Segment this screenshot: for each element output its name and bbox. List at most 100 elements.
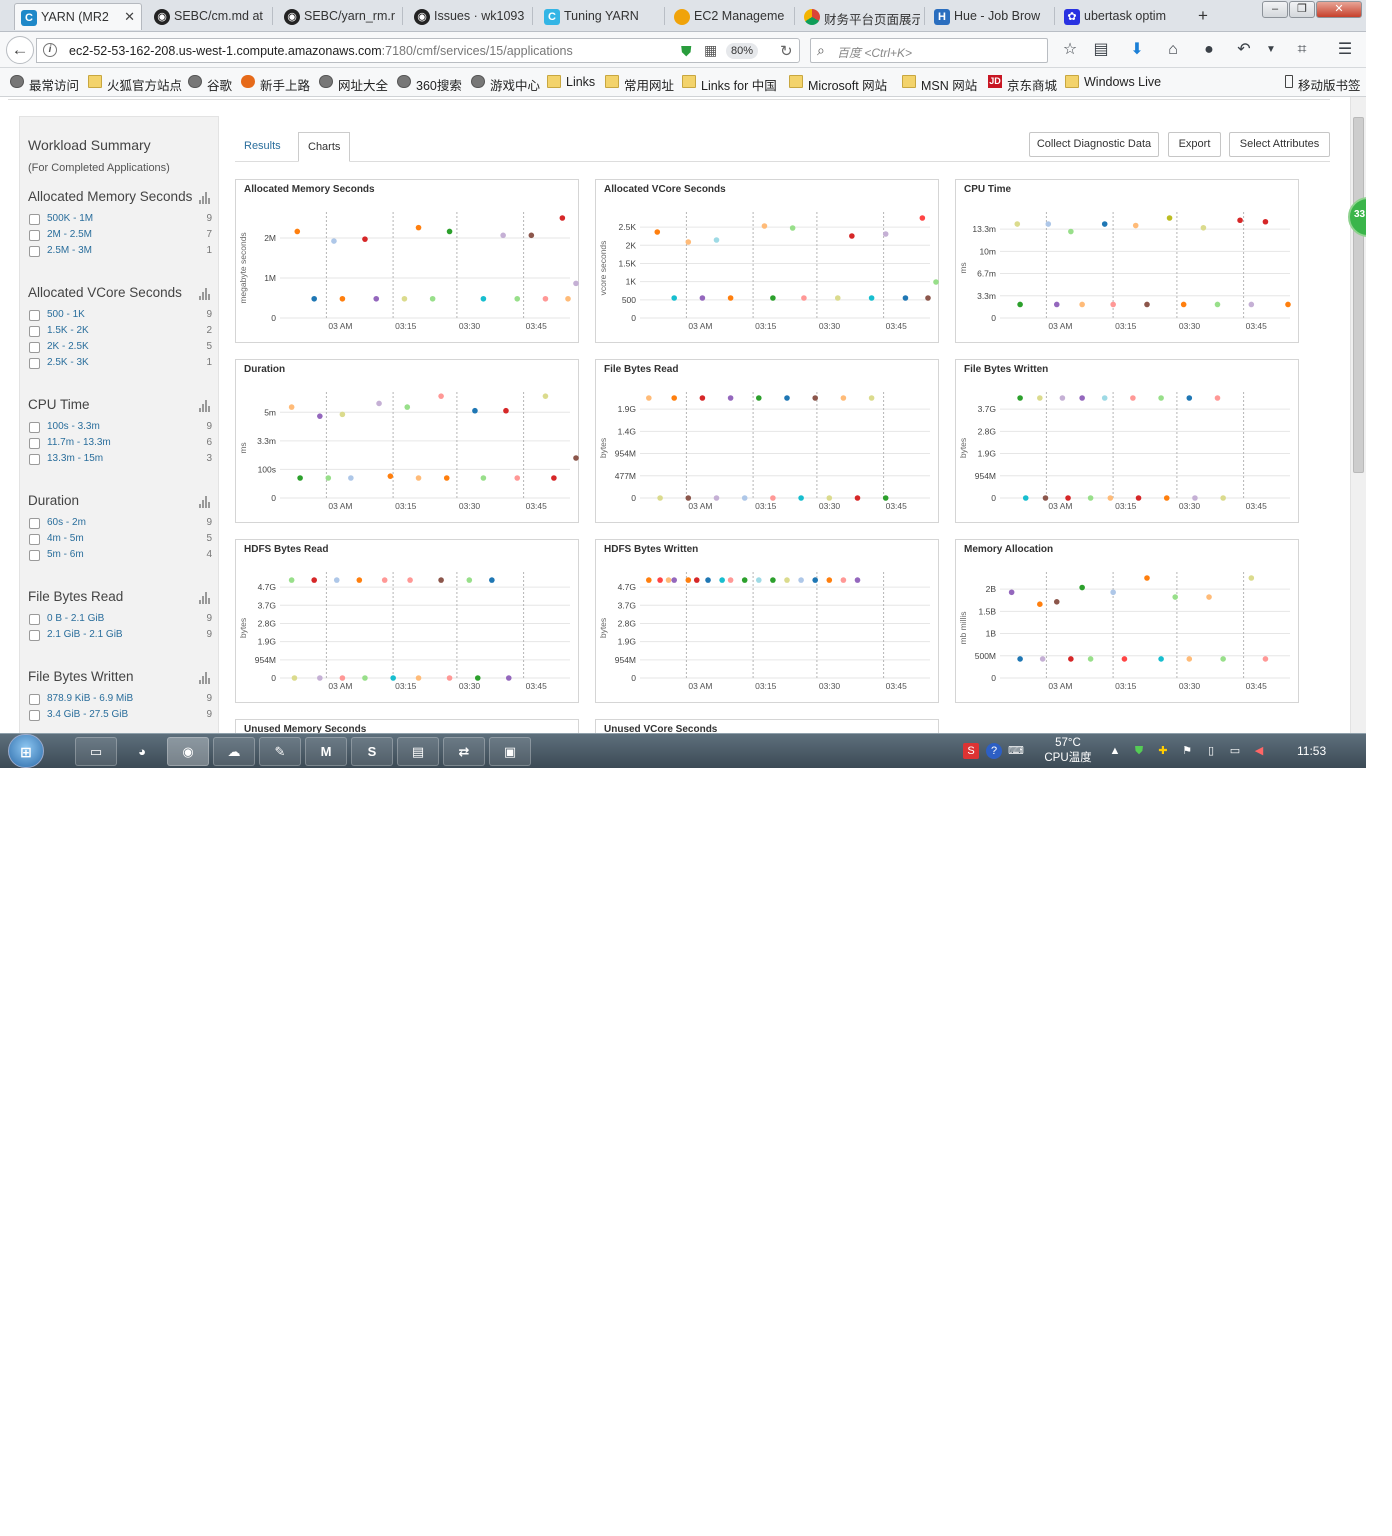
data-point[interactable]: [339, 295, 346, 302]
data-point[interactable]: [311, 577, 317, 583]
data-point[interactable]: [1059, 395, 1066, 401]
add-icon[interactable]: ✚: [1155, 743, 1171, 759]
data-point[interactable]: [713, 495, 720, 501]
data-point[interactable]: [727, 577, 734, 583]
data-point[interactable]: [294, 228, 301, 235]
info-icon[interactable]: i: [43, 43, 57, 57]
filter-option-label[interactable]: 100s - 3.3m: [47, 421, 100, 432]
data-point[interactable]: [339, 411, 346, 418]
data-point[interactable]: [1186, 395, 1193, 401]
flag-icon[interactable]: ⚑: [1179, 743, 1195, 759]
filter-option-label[interactable]: 500K - 1M: [47, 213, 93, 224]
data-point[interactable]: [288, 404, 295, 410]
data-point[interactable]: [693, 577, 700, 583]
firefox-taskbar-icon[interactable]: ◉: [167, 737, 209, 766]
data-point[interactable]: [1110, 301, 1116, 308]
image-viewer-icon[interactable]: ▣: [489, 737, 531, 766]
data-point[interactable]: [1079, 395, 1085, 401]
filter-option-label[interactable]: 0 B - 2.1 GiB: [47, 613, 104, 624]
data-point[interactable]: [1192, 495, 1198, 501]
data-point[interactable]: [685, 577, 692, 583]
data-point[interactable]: [1206, 594, 1212, 600]
data-point[interactable]: [1248, 575, 1255, 581]
data-point[interactable]: [1135, 495, 1142, 501]
filter-option-label[interactable]: 13.3m - 15m: [47, 453, 103, 464]
filter-checkbox[interactable]: [29, 518, 40, 529]
data-point[interactable]: [1087, 656, 1094, 662]
data-point[interactable]: [699, 395, 706, 401]
data-point[interactable]: [1068, 656, 1074, 662]
filter-checkbox[interactable]: [29, 230, 40, 241]
chart-panel[interactable]: File Bytes Read 0 477M 954M 1.4G 1.9G bytes 03 …: [595, 359, 939, 523]
data-point[interactable]: [685, 239, 692, 245]
data-point[interactable]: [770, 295, 776, 301]
filter-option-label[interactable]: 11.7m - 13.3m: [47, 437, 111, 448]
chart-panel[interactable]: Allocated Memory Seconds 0 1M 2M megabyte se…: [235, 179, 579, 343]
data-point[interactable]: [362, 675, 368, 681]
data-point[interactable]: [1008, 589, 1015, 596]
mobile-bookmarks[interactable]: 移动版书签: [1285, 75, 1361, 94]
wechat-icon[interactable]: ☁: [213, 737, 255, 766]
keyboard-icon[interactable]: ⌨: [1008, 743, 1024, 759]
download-icon[interactable]: ⬇: [1127, 40, 1147, 60]
data-point[interactable]: [665, 577, 672, 583]
data-point[interactable]: [311, 295, 317, 302]
browser-tab[interactable]: EC2 Manageme: [668, 3, 790, 30]
data-point[interactable]: [840, 395, 847, 401]
data-point[interactable]: [1101, 395, 1108, 401]
data-point[interactable]: [1158, 395, 1164, 401]
data-point[interactable]: [784, 577, 790, 583]
chart-panel[interactable]: Memory Allocation 0 500M 1B 1.5B 2B mb millis 0…: [955, 539, 1299, 703]
filter-option[interactable]: 2.1 GiB - 2.1 GiB 9: [28, 629, 212, 643]
data-point[interactable]: [705, 577, 711, 583]
select-attributes-button[interactable]: Select Attributes: [1229, 132, 1330, 157]
chart-panel[interactable]: File Bytes Written 0 954M 1.9G 2.8G 3.7G bytes…: [955, 359, 1299, 523]
data-point[interactable]: [784, 395, 790, 401]
data-point[interactable]: [727, 395, 734, 401]
filter-option-label[interactable]: 2.5K - 3K: [47, 357, 89, 368]
data-point[interactable]: [868, 295, 875, 301]
data-point[interactable]: [657, 577, 663, 583]
reload-icon[interactable]: ↻: [780, 42, 793, 60]
data-point[interactable]: [756, 577, 762, 583]
data-point[interactable]: [671, 577, 677, 583]
data-point[interactable]: [505, 675, 512, 681]
reading-list-icon[interactable]: ▤: [1091, 40, 1111, 60]
filter-checkbox[interactable]: [29, 246, 40, 257]
filter-option[interactable]: 11.7m - 13.3m 6: [28, 437, 212, 451]
filter-option[interactable]: 2.5K - 3K 1: [28, 357, 212, 371]
explorer-icon[interactable]: ▭: [75, 737, 117, 766]
filter-option-label[interactable]: 3.4 GiB - 27.5 GiB: [47, 709, 128, 720]
filter-checkbox[interactable]: [29, 214, 40, 225]
bar-chart-icon[interactable]: [199, 192, 212, 204]
data-point[interactable]: [1014, 221, 1021, 227]
filter-option[interactable]: 4m - 5m 5: [28, 533, 212, 547]
data-point[interactable]: [798, 577, 804, 583]
collect-diagnostic-data-button[interactable]: Collect Diagnostic Data: [1029, 132, 1159, 157]
filter-checkbox[interactable]: [29, 550, 40, 561]
data-point[interactable]: [474, 675, 481, 681]
home-icon[interactable]: ⌂: [1163, 40, 1183, 60]
data-point[interactable]: [542, 393, 549, 399]
data-point[interactable]: [325, 475, 332, 481]
data-point[interactable]: [429, 295, 436, 302]
data-point[interactable]: [291, 675, 298, 681]
data-point[interactable]: [1163, 495, 1170, 501]
filter-option[interactable]: 2M - 2.5M 7: [28, 229, 212, 243]
url-bar[interactable]: i ec2-52-53-162-208.us-west-1.compute.am…: [36, 38, 800, 63]
notepad-icon[interactable]: ✎: [259, 737, 301, 766]
data-point[interactable]: [446, 228, 453, 235]
data-point[interactable]: [503, 407, 509, 414]
data-point[interactable]: [1068, 228, 1074, 235]
data-point[interactable]: [1214, 301, 1221, 308]
data-point[interactable]: [933, 279, 939, 285]
data-point[interactable]: [854, 495, 861, 501]
filter-checkbox[interactable]: [29, 454, 40, 465]
device-icon[interactable]: ▯: [1203, 743, 1219, 759]
data-point[interactable]: [1087, 495, 1094, 501]
browser-tab[interactable]: C YARN (MR2 ✕: [14, 3, 142, 30]
chart-panel[interactable]: Unused VCore Seconds: [595, 719, 939, 733]
data-point[interactable]: [919, 215, 926, 221]
data-point[interactable]: [826, 577, 833, 583]
data-point[interactable]: [472, 407, 478, 414]
